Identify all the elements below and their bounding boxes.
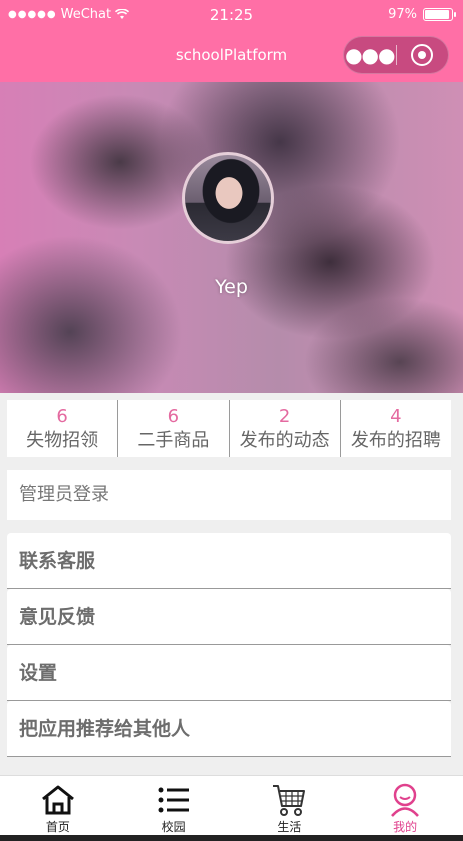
username: Yep <box>215 276 248 298</box>
home-icon <box>40 782 76 818</box>
top-bar: ●●●●● WeChat 21:25 97% schoolPlatform ●●… <box>0 0 463 82</box>
stat-value: 6 <box>167 406 180 427</box>
cart-icon <box>271 782 307 818</box>
menu-item-feedback[interactable]: 意见反馈 <box>7 589 451 645</box>
tab-label: 生活 <box>277 820 302 834</box>
admin-login-button[interactable]: 管理员登录 <box>7 470 451 520</box>
list-icon <box>157 782 191 818</box>
mini-program-capsule: ●●● <box>343 36 449 74</box>
menu-item-customer-service[interactable]: 联系客服 <box>7 533 451 589</box>
stats-panel: 6 失物招领 6 二手商品 2 发布的动态 4 发布的招聘 <box>7 400 451 457</box>
battery-fill <box>425 10 449 19</box>
menu-item-share-app[interactable]: 把应用推荐给其他人 <box>7 701 451 757</box>
tab-mine[interactable]: 我的 <box>347 776 463 835</box>
profile-header: Yep <box>0 82 463 393</box>
menu-item-settings[interactable]: 设置 <box>7 645 451 701</box>
tab-bar: 首页 校园 生活 我的 <box>0 775 463 835</box>
avatar[interactable] <box>182 152 274 244</box>
ellipsis-icon[interactable]: ●●● <box>344 45 396 65</box>
tab-home[interactable]: 首页 <box>0 776 116 835</box>
tab-label: 校园 <box>161 820 186 834</box>
status-bar: ●●●●● WeChat 21:25 97% <box>0 0 463 30</box>
stat-second-hand[interactable]: 6 二手商品 <box>118 400 230 457</box>
tab-campus[interactable]: 校园 <box>116 776 232 835</box>
stat-label: 发布的动态 <box>239 430 330 451</box>
battery-icon <box>423 8 456 21</box>
tab-life[interactable]: 生活 <box>232 776 348 835</box>
stat-jobs[interactable]: 4 发布的招聘 <box>341 400 451 457</box>
target-icon <box>411 44 434 66</box>
home-indicator-bar <box>0 835 463 841</box>
stat-label: 二手商品 <box>137 430 210 451</box>
stat-label: 发布的招聘 <box>350 430 441 451</box>
battery-percent: 97% <box>388 7 417 22</box>
settings-menu: 联系客服 意见反馈 设置 把应用推荐给其他人 <box>7 533 451 757</box>
stat-value: 2 <box>278 406 291 427</box>
stat-value: 4 <box>390 406 402 427</box>
stat-posts[interactable]: 2 发布的动态 <box>230 400 341 457</box>
tab-label: 我的 <box>393 820 418 834</box>
close-mini-program-button[interactable] <box>396 44 448 66</box>
stat-label: 失物招领 <box>26 430 99 451</box>
user-icon <box>389 782 421 818</box>
tab-label: 首页 <box>45 820 70 834</box>
stat-value: 6 <box>56 406 68 427</box>
stat-lost-found[interactable]: 6 失物招领 <box>7 400 119 457</box>
